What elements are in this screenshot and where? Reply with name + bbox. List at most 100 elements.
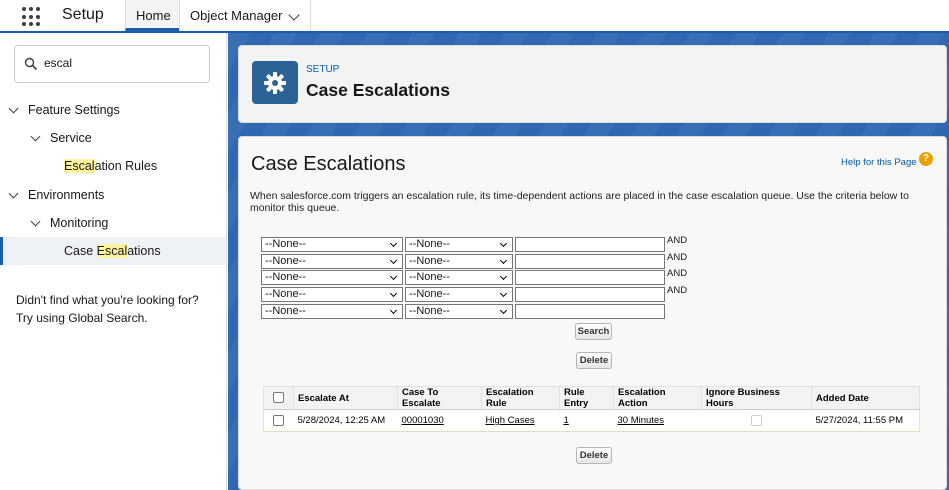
and-label: AND — [667, 235, 688, 246]
escalation-rule-link[interactable]: High Cases — [486, 415, 535, 426]
tree-item-label: Feature Settings — [28, 103, 120, 117]
rule-entry-link[interactable]: 1 — [564, 415, 569, 426]
col-case-to-escalate[interactable]: Case To Escalate — [397, 386, 482, 410]
tree-item-label: Service — [50, 131, 92, 145]
not-found-line: Didn't find what you're looking for? — [16, 293, 199, 307]
value-input[interactable] — [515, 270, 665, 285]
field-select[interactable]: --None-- — [261, 287, 403, 302]
operator-select[interactable]: --None-- — [405, 304, 513, 319]
chevron-down-icon — [389, 239, 398, 248]
ignore-business-hours-checkbox — [751, 414, 762, 426]
escalate-at-cell: 5/28/2024, 12:25 AM — [293, 409, 398, 432]
value-input[interactable] — [515, 254, 665, 269]
tab-home[interactable]: Home — [125, 0, 179, 31]
field-select[interactable]: --None-- — [261, 304, 403, 319]
gear-icon — [264, 72, 286, 94]
help-link[interactable]: Help for this Page — [841, 157, 917, 168]
field-select[interactable]: --None-- — [261, 237, 403, 252]
app-name: Setup — [62, 6, 104, 23]
ignore-hours-cell — [701, 409, 812, 432]
quick-find-input[interactable] — [44, 56, 194, 70]
action-cell: 30 Minutes — [613, 409, 702, 432]
select-all-cell — [263, 386, 294, 410]
col-added-date[interactable]: Added Date — [811, 386, 920, 410]
quick-find-box[interactable] — [14, 45, 210, 83]
bottom-delete-button[interactable]: Delete — [576, 447, 612, 464]
global-search-hint: Try using Global Search. — [16, 311, 148, 325]
tree-item-label: Environments — [28, 188, 105, 202]
chevron-down-icon[interactable] — [288, 9, 300, 21]
chevron-down-icon — [499, 289, 508, 298]
breadcrumb-setup[interactable]: SETUP — [306, 64, 339, 75]
tree-item-label: Escalation Rules — [64, 159, 158, 173]
case-cell: 00001030 — [397, 409, 482, 432]
escalation-action-link[interactable]: 30 Minutes — [618, 415, 664, 426]
operator-select[interactable]: --None-- — [405, 237, 513, 252]
table-header-row: Escalate At Case To Escalate Escalation … — [263, 386, 920, 410]
chevron-down-icon — [389, 289, 398, 298]
case-link[interactable]: 00001030 — [402, 415, 444, 426]
entry-cell: 1 — [559, 409, 614, 432]
setup-sidebar: Feature Settings Service Escalation Rule… — [0, 33, 227, 490]
value-input[interactable] — [515, 237, 665, 252]
chevron-down-icon[interactable] — [30, 216, 41, 227]
field-select[interactable]: --None-- — [261, 254, 403, 269]
search-highlight: Escal — [96, 244, 128, 258]
added-date-cell: 5/27/2024, 11:55 PM — [811, 409, 920, 432]
tree-item-case-escalations[interactable]: Case Escalations — [0, 237, 226, 265]
page-header: SETUP Case Escalations — [238, 45, 947, 123]
search-highlight: Escal — [64, 159, 95, 173]
search-button[interactable]: Search — [575, 323, 612, 340]
value-input[interactable] — [515, 287, 665, 302]
page-header-title: Case Escalations — [306, 80, 450, 100]
case-escalations-panel: Case Escalations Help for this Page ? Wh… — [238, 136, 947, 490]
table-row: 5/28/2024, 12:25 AM 00001030 High Cases … — [263, 409, 920, 432]
chevron-down-icon — [499, 306, 508, 315]
main-content: SETUP Case Escalations Case Escalations … — [228, 33, 949, 490]
chevron-down-icon — [389, 272, 398, 281]
chevron-down-icon[interactable] — [30, 131, 41, 142]
and-label: AND — [667, 252, 688, 263]
value-input[interactable] — [515, 304, 665, 319]
help-question-icon[interactable]: ? — [919, 152, 933, 166]
page-title: Case Escalations — [251, 153, 406, 175]
field-select[interactable]: --None-- — [261, 270, 403, 285]
operator-select[interactable]: --None-- — [405, 270, 513, 285]
search-icon — [24, 57, 38, 71]
escalation-queue-table: Escalate At Case To Escalate Escalation … — [263, 386, 920, 432]
chevron-down-icon — [499, 239, 508, 248]
delete-button[interactable]: Delete — [576, 352, 612, 369]
col-rule-entry[interactable]: Rule Entry — [559, 386, 614, 410]
col-ignore-business-hours[interactable]: Ignore Business Hours — [701, 386, 812, 410]
tree-item-escalation-rules[interactable]: Escalation Rules — [0, 152, 226, 180]
not-found-message: Didn't find what you're looking for? Try… — [16, 291, 199, 327]
col-escalation-action[interactable]: Escalation Action — [613, 386, 702, 410]
tab-object-manager-label: Object Manager — [190, 8, 283, 23]
row-checkbox[interactable] — [273, 414, 285, 426]
tree-item-label: Case Escalations — [64, 244, 161, 258]
chevron-down-icon[interactable] — [8, 188, 19, 199]
and-label: AND — [667, 268, 688, 279]
tree-item-environments[interactable]: Environments — [0, 181, 226, 209]
chevron-down-icon — [389, 306, 398, 315]
tree-item-feature-settings[interactable]: Feature Settings — [0, 96, 226, 124]
select-all-checkbox[interactable] — [273, 392, 284, 404]
col-escalate-at[interactable]: Escalate At — [293, 386, 398, 410]
global-header: Setup Home Object Manager — [0, 0, 949, 33]
chevron-down-icon[interactable] — [8, 103, 19, 114]
tree-item-service[interactable]: Service — [0, 124, 226, 152]
operator-select[interactable]: --None-- — [405, 287, 513, 302]
tab-object-manager[interactable]: Object Manager — [179, 0, 311, 31]
setup-gear-icon — [252, 61, 298, 104]
app-launcher-icon[interactable] — [22, 7, 42, 27]
chevron-down-icon — [389, 256, 398, 265]
col-escalation-rule[interactable]: Escalation Rule — [481, 386, 560, 410]
chevron-down-icon — [499, 272, 508, 281]
and-label: AND — [667, 285, 688, 296]
tree-item-monitoring[interactable]: Monitoring — [0, 209, 226, 237]
tree-item-label: Monitoring — [50, 216, 109, 230]
rule-cell: High Cases — [481, 409, 560, 432]
page-description: When salesforce.com triggers an escalati… — [250, 190, 909, 214]
operator-select[interactable]: --None-- — [405, 254, 513, 269]
chevron-down-icon — [499, 256, 508, 265]
